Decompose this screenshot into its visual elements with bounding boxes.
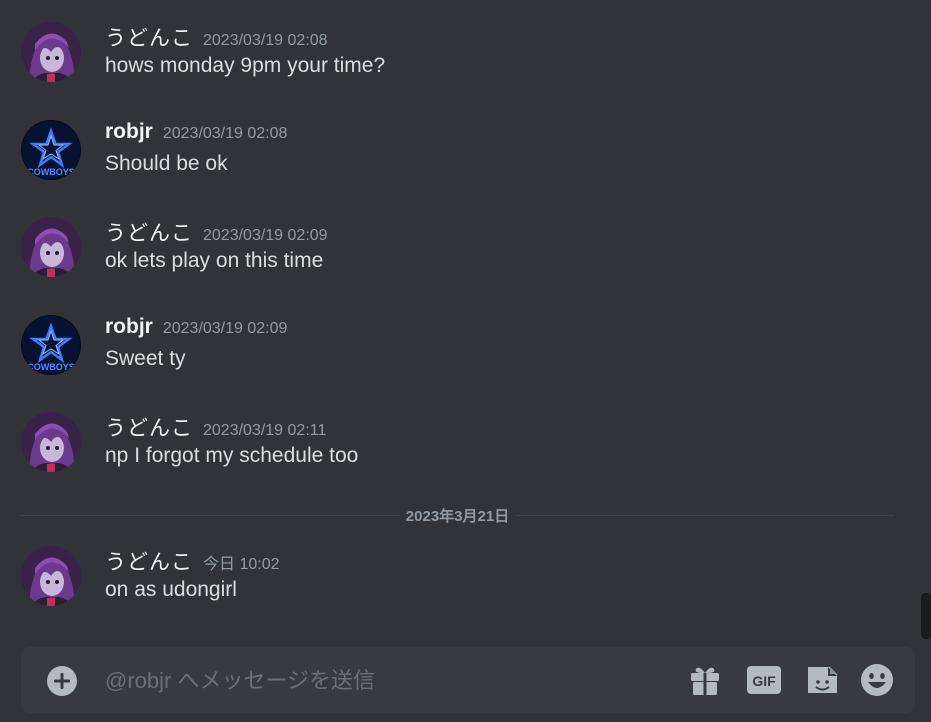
message-timestamp: 2023/03/19 02:08 bbox=[162, 125, 288, 142]
author-name[interactable]: robjr bbox=[105, 315, 153, 338]
scrollbar-thumb[interactable] bbox=[921, 593, 931, 639]
gif-icon: GIF bbox=[747, 666, 781, 694]
gift-icon bbox=[691, 667, 719, 695]
message-item: うどんこ 2023/03/19 02:09 ok lets play on thi… bbox=[0, 217, 900, 297]
message-text: on as udongirl bbox=[105, 578, 237, 601]
message-timestamp: 2023/03/19 02:08 bbox=[203, 32, 328, 49]
author-name[interactable]: robjr bbox=[105, 120, 153, 143]
message-composer: GIF bbox=[21, 647, 915, 713]
message-text: Sweet ty bbox=[105, 347, 186, 370]
message-header: うどんこ 2023/03/19 02:09 bbox=[105, 217, 328, 245]
plus-circle-icon bbox=[47, 666, 77, 696]
avatar-udonko[interactable] bbox=[21, 546, 81, 606]
avatar-text: COWBOYS bbox=[27, 167, 75, 177]
message-item: うどんこ 今日 10:02 on as udongirl bbox=[0, 546, 900, 626]
chat-view: うどんこ 2023/03/19 02:08 hows monday 9pm you… bbox=[0, 0, 931, 722]
message-header: robjr 2023/03/19 02:09 bbox=[105, 315, 287, 341]
cowboys-star-avatar-icon: COWBOYS bbox=[21, 315, 81, 375]
avatar-text: COWBOYS bbox=[27, 362, 75, 372]
gif-button[interactable]: GIF bbox=[746, 663, 782, 697]
avatar-udonko[interactable] bbox=[21, 412, 81, 472]
message-text: ok lets play on this time bbox=[105, 249, 324, 272]
cowboys-star-avatar-icon: COWBOYS bbox=[21, 120, 81, 180]
emoji-icon bbox=[861, 664, 893, 696]
message-text: Should be ok bbox=[105, 152, 228, 175]
gift-button[interactable] bbox=[687, 663, 723, 697]
author-name[interactable]: うどんこ bbox=[105, 417, 193, 440]
message-item: うどんこ 2023/03/19 02:11 np I forgot my sche… bbox=[0, 412, 900, 492]
sticker-button[interactable] bbox=[804, 663, 840, 697]
author-name[interactable]: うどんこ bbox=[105, 222, 193, 245]
sticker-icon bbox=[808, 667, 837, 693]
author-name[interactable]: うどんこ bbox=[105, 27, 193, 50]
message-timestamp: 2023/03/19 02:09 bbox=[162, 320, 288, 337]
gif-label: GIF bbox=[752, 673, 776, 689]
avatar-udonko[interactable] bbox=[21, 217, 81, 277]
message-header: うどんこ 2023/03/19 02:11 bbox=[105, 412, 327, 440]
message-text: np I forgot my schedule too bbox=[105, 444, 359, 467]
author-name[interactable]: うどんこ bbox=[105, 551, 193, 574]
anime-avatar-icon bbox=[21, 22, 81, 82]
message-item: うどんこ 2023/03/19 02:08 hows monday 9pm you… bbox=[0, 22, 900, 102]
message-header: うどんこ 今日 10:02 bbox=[105, 546, 280, 574]
avatar-robjr[interactable]: COWBOYS bbox=[21, 120, 81, 180]
message-timestamp: 2023/03/19 02:11 bbox=[203, 422, 327, 439]
date-divider-label: 2023年3月21日 bbox=[399, 505, 516, 526]
anime-avatar-icon bbox=[21, 546, 81, 606]
add-attachment-button[interactable] bbox=[45, 664, 79, 698]
anime-avatar-icon bbox=[21, 412, 81, 472]
message-timestamp: 今日 10:02 bbox=[203, 556, 280, 573]
message-header: robjr 2023/03/19 02:08 bbox=[105, 120, 287, 146]
message-item: COWBOYS robjr 2023/03/19 02:09 Sweet ty bbox=[0, 315, 900, 395]
anime-avatar-icon bbox=[21, 217, 81, 277]
message-header: うどんこ 2023/03/19 02:08 bbox=[105, 22, 328, 50]
date-divider: 2023年3月21日 bbox=[21, 505, 894, 526]
avatar-udonko[interactable] bbox=[21, 22, 81, 82]
message-item: COWBOYS robjr 2023/03/19 02:08 Should be … bbox=[0, 120, 900, 200]
message-timestamp: 2023/03/19 02:09 bbox=[203, 227, 328, 244]
message-input[interactable] bbox=[103, 661, 667, 701]
message-text: hows monday 9pm your time? bbox=[105, 54, 386, 77]
avatar-robjr[interactable]: COWBOYS bbox=[21, 315, 81, 375]
emoji-button[interactable] bbox=[859, 663, 895, 697]
